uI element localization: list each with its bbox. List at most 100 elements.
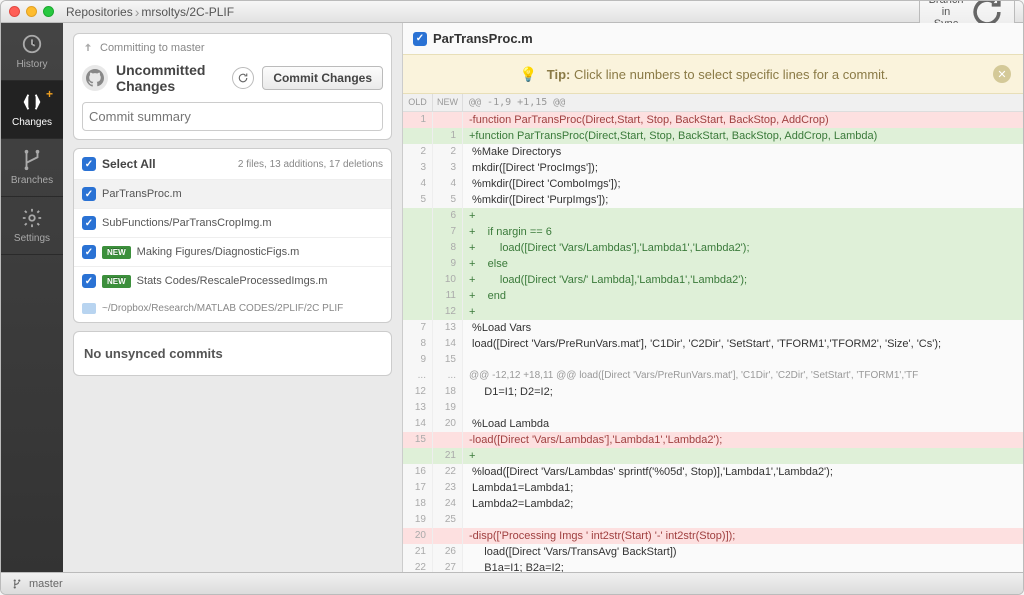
file-row[interactable]: NEWStats Codes/RescaleProcessedImgs.m [74,267,391,295]
line-number-new[interactable]: 11 [433,288,463,304]
diff-line: 20-disp(['Processing Imgs ' int2str(Star… [403,528,1023,544]
file-checkbox[interactable] [82,187,96,201]
sidebar-item-branches[interactable]: Branches [1,139,63,197]
line-code: +function ParTransProc(Direct,Start, Sto… [463,128,1023,144]
traffic-lights [9,6,54,17]
diff-line: 15-load([Direct 'Vars/Lambdas'],'Lambda1… [403,432,1023,448]
line-code: + [463,448,1023,464]
diff-file-checkbox[interactable] [413,32,427,46]
line-number-old[interactable]: ... [403,368,433,384]
sidebar-item-changes[interactable]: + Changes [1,81,63,139]
line-number-new[interactable]: 19 [433,400,463,416]
line-number-new[interactable]: 12 [433,304,463,320]
line-number-old[interactable]: 21 [403,544,433,560]
line-number-old[interactable]: 9 [403,352,433,368]
line-number-old[interactable]: 14 [403,416,433,432]
line-number-old[interactable]: 13 [403,400,433,416]
line-number-old[interactable]: 3 [403,160,433,176]
file-row[interactable]: ParTransProc.m [74,180,391,209]
diff-line: 21+ [403,448,1023,464]
line-number-old[interactable]: 5 [403,192,433,208]
line-number-new[interactable]: 18 [433,384,463,400]
line-number-new[interactable] [433,112,463,128]
line-number-new[interactable]: 4 [433,176,463,192]
line-number-new[interactable] [433,528,463,544]
breadcrumb-root[interactable]: Repositories [66,5,133,19]
diff-line: 12+ [403,304,1023,320]
line-number-old[interactable]: 20 [403,528,433,544]
line-number-new[interactable]: 20 [433,416,463,432]
file-checkbox[interactable] [82,274,96,288]
line-number-new[interactable]: 3 [433,160,463,176]
diff-line: 915 [403,352,1023,368]
line-number-new[interactable]: 21 [433,448,463,464]
line-number-new[interactable]: 14 [433,336,463,352]
file-row[interactable]: SubFunctions/ParTransCropImg.m [74,209,391,238]
line-number-new[interactable]: 9 [433,256,463,272]
chevron-right-icon: › [135,4,140,20]
file-checkbox[interactable] [82,245,96,259]
line-number-old[interactable]: 18 [403,496,433,512]
line-number-old[interactable]: 4 [403,176,433,192]
line-number-old[interactable]: 15 [403,432,433,448]
line-number-old[interactable] [403,448,433,464]
diff-line: 55 %mkdir([Direct 'PurpImgs']); [403,192,1023,208]
line-number-new[interactable]: 7 [433,224,463,240]
file-row[interactable]: NEWMaking Figures/DiagnosticFigs.m [74,238,391,267]
line-number-old[interactable]: 22 [403,560,433,572]
sidebar-item-history[interactable]: History [1,23,63,81]
line-number-new[interactable]: 15 [433,352,463,368]
line-number-new[interactable]: 8 [433,240,463,256]
diff-line: 1420 %Load Lambda [403,416,1023,432]
line-number-new[interactable]: 1 [433,128,463,144]
line-number-old[interactable] [403,240,433,256]
line-number-old[interactable]: 12 [403,384,433,400]
select-all-checkbox[interactable] [82,157,96,171]
commit-button[interactable]: Commit Changes [262,66,383,90]
refresh-button[interactable] [232,67,254,89]
line-code: %load([Direct 'Vars/Lambdas' sprintf('%0… [463,464,1023,480]
line-number-old[interactable] [403,304,433,320]
line-number-new[interactable]: 24 [433,496,463,512]
line-number-old[interactable]: 19 [403,512,433,528]
close-icon[interactable] [9,6,20,17]
line-number-new[interactable] [433,432,463,448]
maximize-icon[interactable] [43,6,54,17]
line-number-old[interactable]: 8 [403,336,433,352]
line-number-old[interactable]: 17 [403,480,433,496]
line-number-old[interactable]: 16 [403,464,433,480]
diff-line: 8+ load([Direct 'Vars/Lambdas'],'Lambda1… [403,240,1023,256]
line-number-old[interactable]: 2 [403,144,433,160]
sidebar-item-settings[interactable]: Settings [1,197,63,255]
file-checkbox[interactable] [82,216,96,230]
line-number-new[interactable]: 10 [433,272,463,288]
line-number-old[interactable] [403,128,433,144]
line-number-old[interactable] [403,272,433,288]
line-number-old[interactable] [403,288,433,304]
close-tip-button[interactable]: ✕ [993,65,1011,83]
line-number-new[interactable]: 6 [433,208,463,224]
line-number-new[interactable]: 13 [433,320,463,336]
commit-summary-input[interactable] [82,102,383,131]
line-number-new[interactable]: 25 [433,512,463,528]
line-number-new[interactable]: 27 [433,560,463,572]
line-number-old[interactable] [403,224,433,240]
line-number-new[interactable]: 26 [433,544,463,560]
line-number-new[interactable]: 5 [433,192,463,208]
breadcrumb-repo[interactable]: mrsoltys/2C-PLIF [141,5,234,19]
line-number-new[interactable]: 2 [433,144,463,160]
statusbar: master [1,572,1023,594]
line-number-old[interactable] [403,256,433,272]
diff-line: 1824 Lambda2=Lambda2; [403,496,1023,512]
line-code: load([Direct 'Vars/PreRunVars.mat'], 'C1… [463,336,1023,352]
line-number-old[interactable]: 7 [403,320,433,336]
line-number-old[interactable]: 1 [403,112,433,128]
diff-body[interactable]: 1-function ParTransProc(Direct,Start, St… [403,112,1023,572]
minimize-icon[interactable] [26,6,37,17]
line-number-old[interactable] [403,208,433,224]
line-number-new[interactable]: 22 [433,464,463,480]
line-number-new[interactable]: ... [433,368,463,384]
line-number-new[interactable]: 23 [433,480,463,496]
diff-line: 713 %Load Vars [403,320,1023,336]
branch-name[interactable]: master [29,578,63,590]
